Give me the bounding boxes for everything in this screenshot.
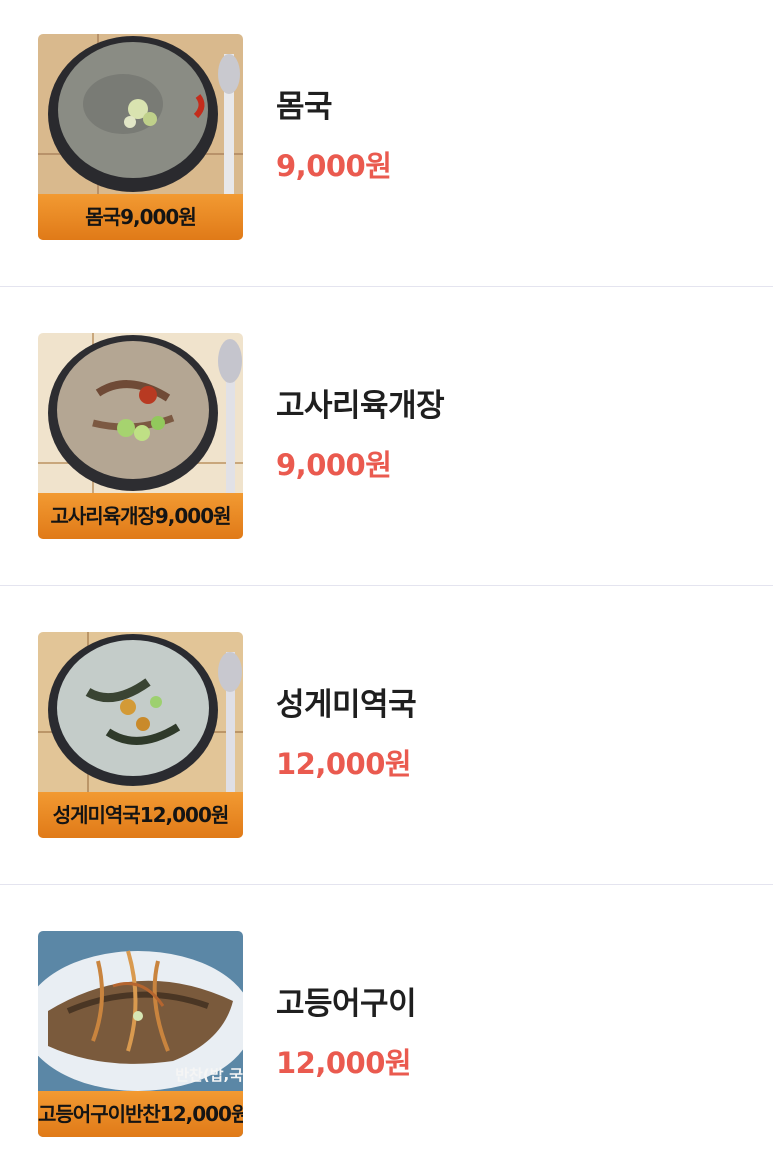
menu-item-info: 성게미역국 12,000원: [276, 686, 417, 782]
menu-item-price: 9,000원: [276, 149, 392, 183]
menu-item-name: 성게미역국: [276, 687, 417, 723]
menu-item-image[interactable]: 반찬(밥,국 고등어구이반찬12,000원: [38, 931, 243, 1137]
image-caption: 고등어구이반찬12,000원: [38, 1091, 243, 1137]
image-caption: 성게미역국12,000원: [38, 792, 243, 838]
menu-item-name: 몸국: [276, 89, 333, 125]
menu-item-momguk[interactable]: 몸국9,000원 몸국 9,000원: [0, 0, 773, 287]
menu-item-price: 12,000원: [276, 747, 412, 781]
menu-item-info: 고사리육개장 9,000원: [276, 387, 445, 483]
menu-item-gosari-yukgaejang[interactable]: 고사리육개장9,000원 고사리육개장 9,000원: [0, 287, 773, 586]
image-side-text: 반찬(밥,국: [175, 1066, 243, 1084]
menu-item-name: 고사리육개장: [276, 388, 445, 424]
image-caption: 몸국9,000원: [38, 194, 243, 240]
menu-item-info: 고등어구이 12,000원: [276, 985, 417, 1081]
menu-item-name: 고등어구이: [276, 986, 417, 1022]
menu-list: 몸국9,000원 몸국 9,000원 고사리육개장9,000원 고사리육개장 9…: [0, 0, 773, 1174]
menu-item-price: 12,000원: [276, 1046, 412, 1080]
image-caption: 고사리육개장9,000원: [38, 493, 243, 539]
menu-item-info: 몸국 9,000원: [276, 88, 392, 184]
menu-item-image[interactable]: 고사리육개장9,000원: [38, 333, 243, 539]
menu-item-seonggye-miyeokguk[interactable]: 성게미역국12,000원 성게미역국 12,000원: [0, 586, 773, 885]
menu-item-image[interactable]: 몸국9,000원: [38, 34, 243, 240]
menu-item-godeungeo-gui[interactable]: 반찬(밥,국 고등어구이반찬12,000원 고등어구이 12,000원: [0, 885, 773, 1174]
menu-item-image[interactable]: 성게미역국12,000원: [38, 632, 243, 838]
menu-item-price: 9,000원: [276, 448, 392, 482]
